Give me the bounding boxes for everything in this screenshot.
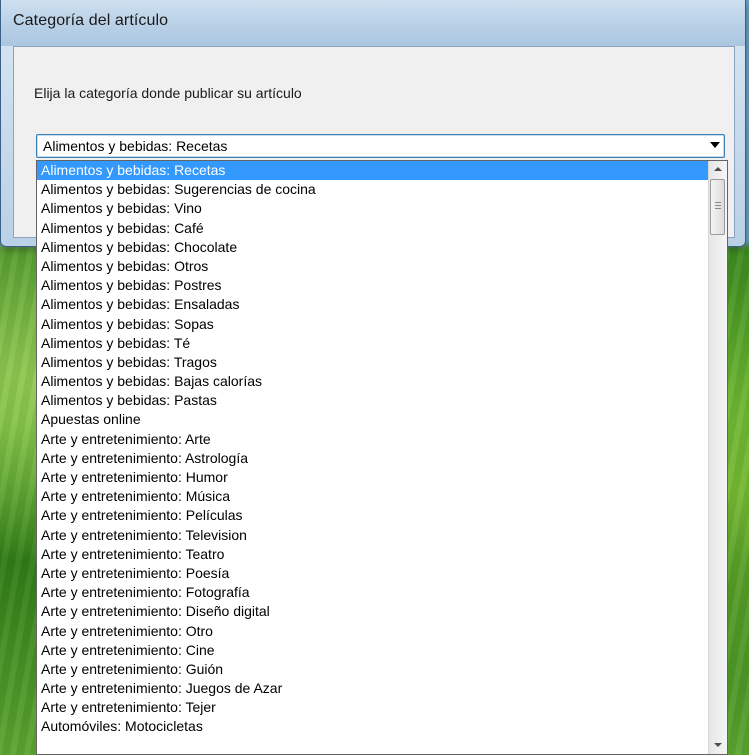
list-item[interactable]: Alimentos y bebidas: Sugerencias de coci…: [37, 180, 708, 199]
list-item[interactable]: Arte y entretenimiento: Poesía: [37, 564, 708, 583]
combobox-value: Alimentos y bebidas: Recetas: [43, 138, 228, 154]
list-item[interactable]: Alimentos y bebidas: Chocolate: [37, 238, 708, 257]
arrow-up-icon: [714, 167, 722, 171]
category-dropdown-list: Alimentos y bebidas: Recetas Alimentos y …: [36, 160, 728, 755]
list-item[interactable]: Alimentos y bebidas: Sopas: [37, 315, 708, 334]
title-bar[interactable]: Categoría del artículo: [1, 0, 745, 46]
list-item[interactable]: Alimentos y bebidas: Café: [37, 219, 708, 238]
list-item[interactable]: Arte y entretenimiento: Diseño digital: [37, 602, 708, 621]
list-item[interactable]: Apuestas online: [37, 410, 708, 429]
list-item[interactable]: Alimentos y bebidas: Postres: [37, 276, 708, 295]
list-item[interactable]: Arte y entretenimiento: Cine: [37, 641, 708, 660]
list-item[interactable]: Arte y entretenimiento: Astrología: [37, 449, 708, 468]
list-item[interactable]: Arte y entretenimiento: Humor: [37, 468, 708, 487]
list-item[interactable]: Alimentos y bebidas: Bajas calorías: [37, 372, 708, 391]
list-item[interactable]: Arte y entretenimiento: Fotografía: [37, 583, 708, 602]
list-item[interactable]: Automóviles: Motocicletas: [37, 717, 708, 736]
list-item[interactable]: Arte y entretenimiento: Otro: [37, 622, 708, 641]
list-item[interactable]: Arte y entretenimiento: Television: [37, 526, 708, 545]
scroll-down-button[interactable]: [709, 737, 727, 754]
grip-icon: [715, 202, 721, 211]
list-item[interactable]: Arte y entretenimiento: Juegos de Azar: [37, 679, 708, 698]
chevron-down-icon[interactable]: [710, 142, 720, 148]
list-item[interactable]: Alimentos y bebidas: Té: [37, 334, 708, 353]
list-item[interactable]: Arte y entretenimiento: Arte: [37, 430, 708, 449]
scrollbar-thumb[interactable]: [710, 179, 725, 235]
list-item[interactable]: Arte y entretenimiento: Películas: [37, 506, 708, 525]
arrow-down-icon: [714, 743, 722, 747]
category-combobox[interactable]: Alimentos y bebidas: Recetas: [36, 134, 725, 158]
list-item[interactable]: Arte y entretenimiento: Música: [37, 487, 708, 506]
prompt-label: Elija la categoría donde publicar su art…: [34, 85, 302, 101]
list-item[interactable]: Arte y entretenimiento: Teatro: [37, 545, 708, 564]
list-item[interactable]: Alimentos y bebidas: Otros: [37, 257, 708, 276]
category-list: Alimentos y bebidas: Recetas Alimentos y …: [37, 161, 708, 737]
list-item[interactable]: Alimentos y bebidas: Ensaladas: [37, 295, 708, 314]
list-item-selected[interactable]: Alimentos y bebidas: Recetas: [37, 161, 708, 181]
list-item[interactable]: Alimentos y bebidas: Vino: [37, 199, 708, 218]
list-item[interactable]: Alimentos y bebidas: Pastas: [37, 391, 708, 410]
window-title: Categoría del artículo: [13, 12, 169, 29]
list-item[interactable]: Arte y entretenimiento: Tejer: [37, 698, 708, 717]
list-item[interactable]: Arte y entretenimiento: Guión: [37, 660, 708, 679]
list-item[interactable]: Alimentos y bebidas: Tragos: [37, 353, 708, 372]
scroll-up-button[interactable]: [709, 161, 727, 178]
vertical-scrollbar[interactable]: [708, 161, 727, 754]
